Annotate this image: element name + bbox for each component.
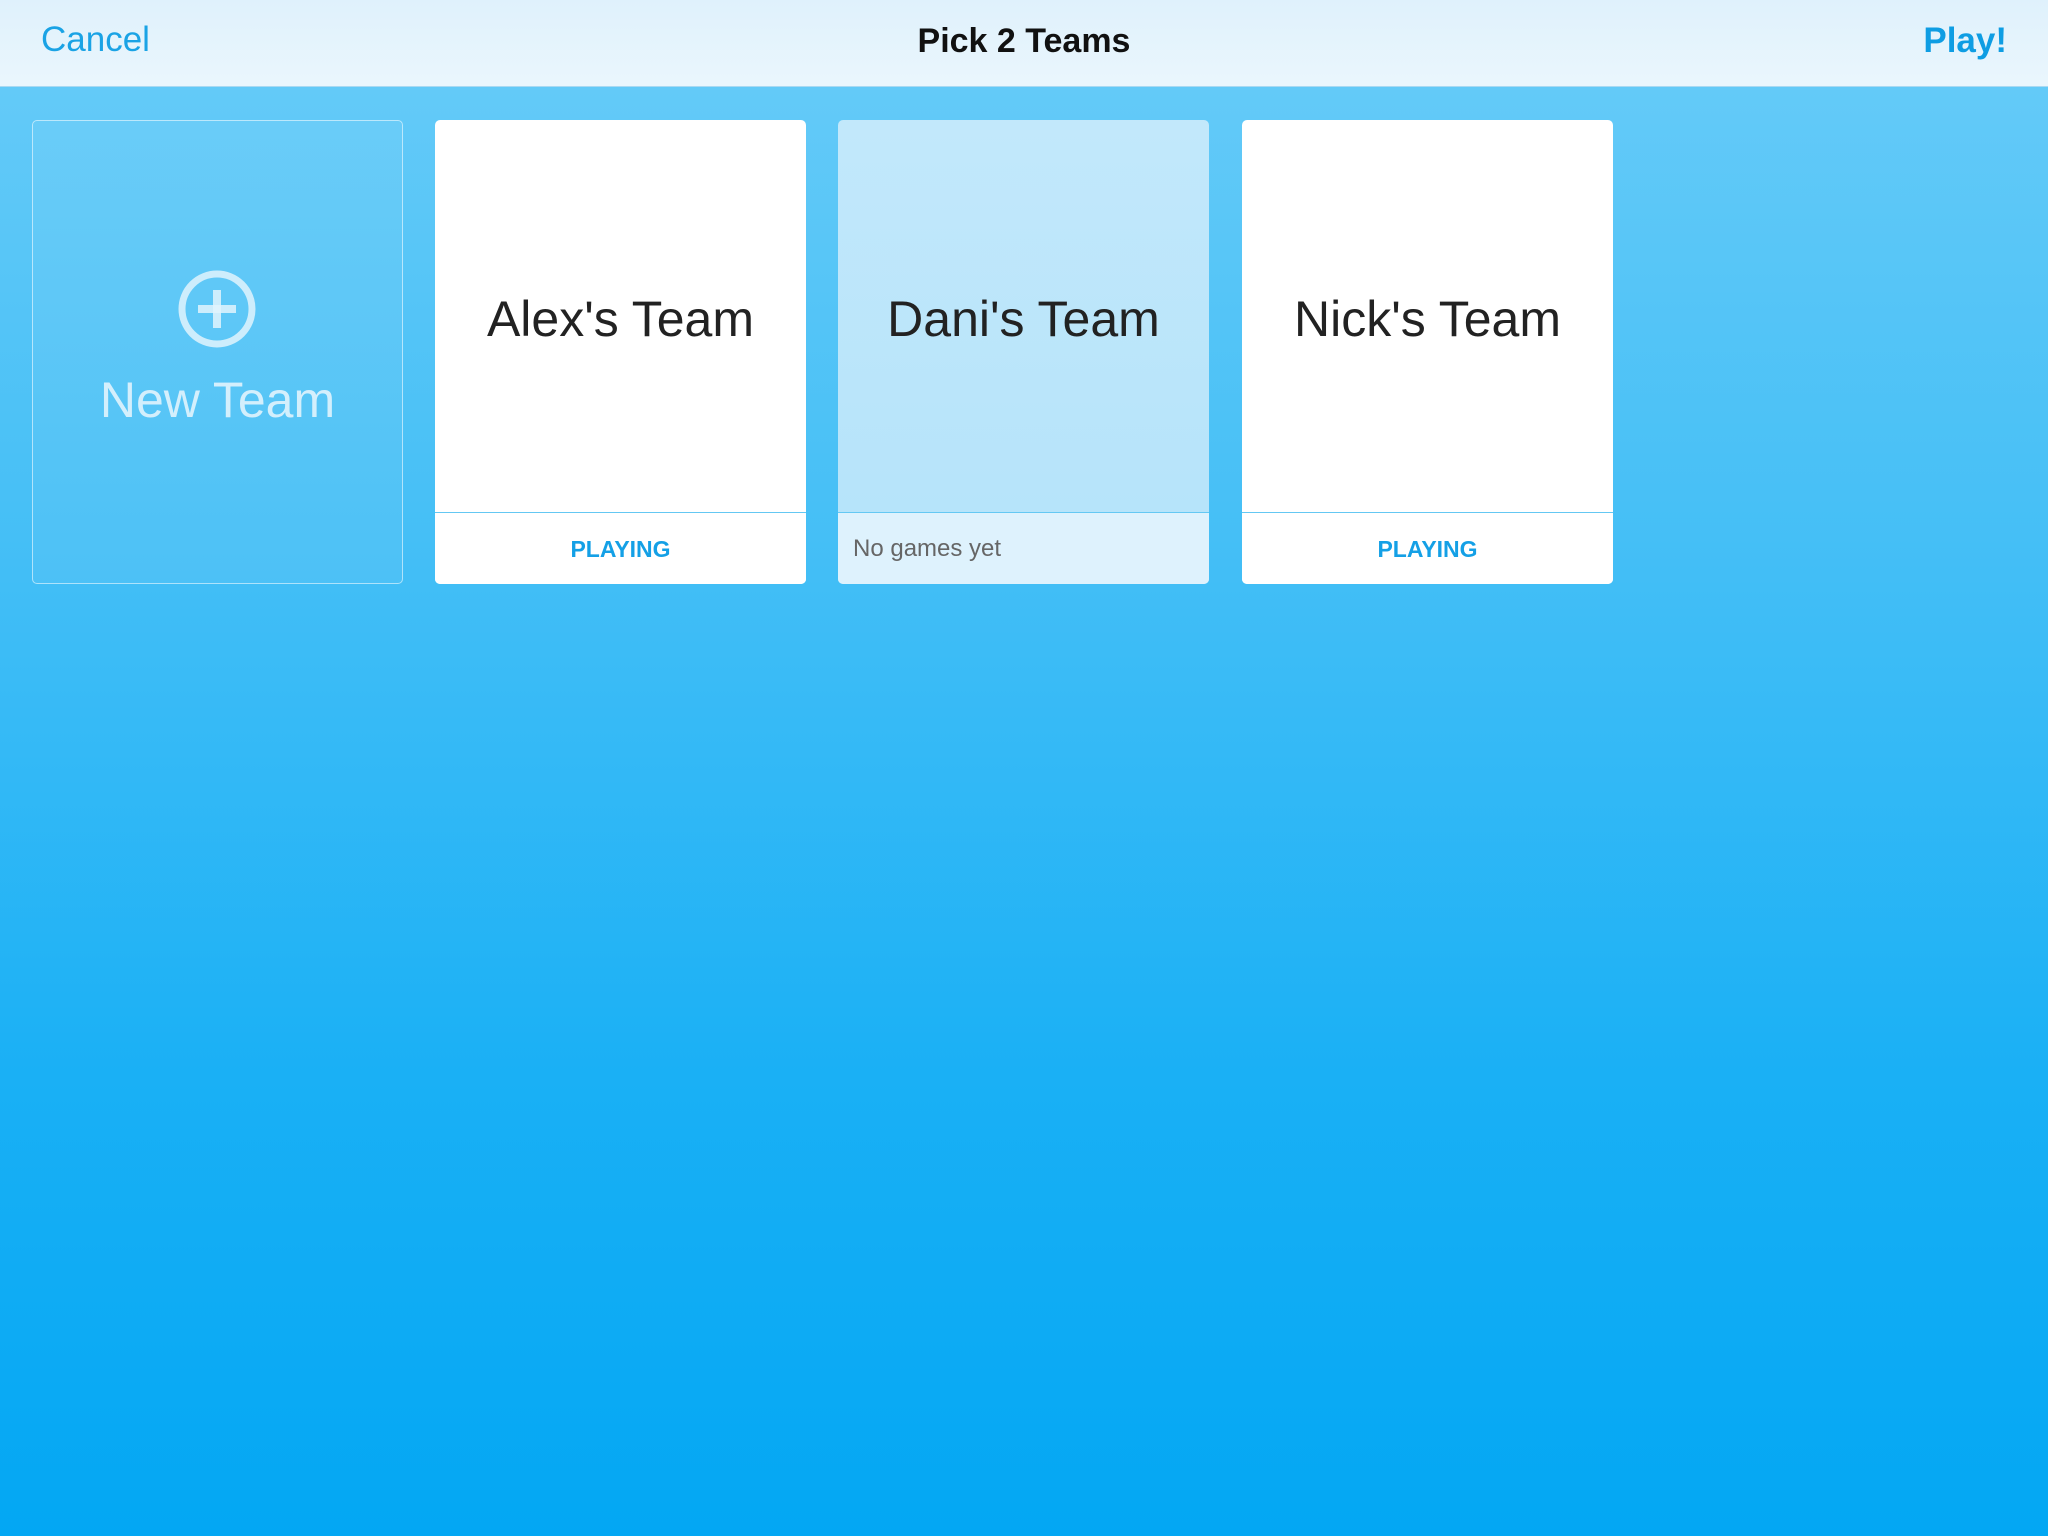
new-team-label: New Team [99, 372, 336, 428]
team-card-alex[interactable]: Alex's Team PLAYING [435, 120, 806, 584]
team-status: No games yet [853, 535, 1002, 562]
page-title: Pick 2 Teams [917, 22, 1131, 60]
team-status: PLAYING [1377, 536, 1478, 562]
team-name: Dani's Team [887, 291, 1160, 347]
team-card-nick[interactable]: Nick's Team PLAYING [1242, 120, 1613, 584]
team-status: PLAYING [570, 536, 671, 562]
plus-circle-icon [178, 270, 256, 348]
team-name: Alex's Team [486, 291, 755, 347]
team-card-dani[interactable]: Dani's Team No games yet [838, 120, 1209, 584]
play-button[interactable]: Play! [1923, 21, 2007, 61]
team-card-footer: PLAYING [1242, 512, 1613, 584]
navigation-bar: Cancel Pick 2 Teams Play! [0, 0, 2048, 87]
team-name: Nick's Team [1293, 291, 1562, 347]
team-card-footer: PLAYING [435, 512, 806, 584]
new-team-card[interactable]: New Team [32, 120, 403, 584]
team-card-footer: No games yet [838, 512, 1209, 584]
